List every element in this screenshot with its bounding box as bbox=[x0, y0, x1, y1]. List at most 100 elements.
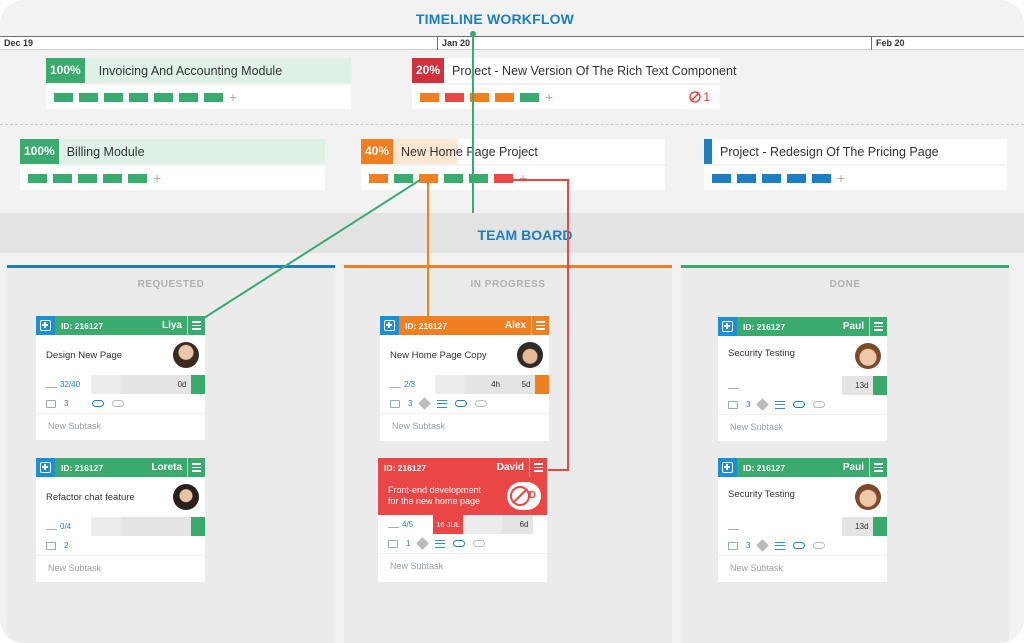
task-assignee: David bbox=[496, 462, 524, 473]
task-body[interactable]: New Home Page Copy bbox=[380, 335, 549, 375]
comment-count: 3 bbox=[64, 399, 69, 408]
meta-cell bbox=[803, 517, 843, 536]
comment-icon[interactable] bbox=[46, 541, 56, 550]
meta-cell bbox=[121, 375, 161, 394]
menu-icon[interactable] bbox=[531, 316, 549, 335]
new-subtask-link[interactable]: New Subtask bbox=[718, 555, 887, 579]
checklist-icon bbox=[46, 523, 57, 530]
tag-icon[interactable] bbox=[418, 397, 432, 410]
task-meta: 0/4 bbox=[36, 517, 206, 536]
new-subtask-link[interactable]: New Subtask bbox=[718, 414, 887, 438]
subtask-count[interactable]: 4/5 bbox=[378, 515, 433, 534]
app-frame: TIMELINE WORKFLOW Dec 19 Jan 20 Feb 20 1… bbox=[0, 0, 1024, 643]
link-icon[interactable] bbox=[793, 542, 806, 549]
link-icon[interactable] bbox=[455, 400, 468, 407]
tag-icon[interactable] bbox=[756, 539, 770, 552]
meta-cell bbox=[91, 517, 122, 536]
task-body[interactable]: Refactor chat feature bbox=[36, 477, 205, 517]
comment-icon[interactable] bbox=[388, 539, 398, 548]
add-subtask-icon[interactable] bbox=[718, 458, 737, 477]
checklist-icon bbox=[46, 381, 57, 388]
task-card[interactable]: ID: 216127 Alex New Home Page Copy 2/3 4… bbox=[380, 316, 550, 441]
checklist-icon bbox=[388, 521, 399, 528]
task-header: ID: 216127 Alex bbox=[380, 316, 549, 335]
task-meta: 13d bbox=[718, 517, 888, 536]
task-header: ID: 216127 Loreta bbox=[36, 458, 205, 477]
task-card[interactable]: ID: 216127 David Front-end development f… bbox=[378, 458, 548, 582]
task-title: Security Testing bbox=[728, 348, 795, 359]
meta-cell bbox=[803, 376, 843, 395]
task-actions: 2 bbox=[36, 536, 205, 555]
task-body[interactable]: Security Testing bbox=[718, 336, 887, 376]
task-id: ID: 216127 bbox=[61, 320, 104, 331]
attachment-icon[interactable] bbox=[473, 540, 486, 547]
new-subtask-link[interactable]: New Subtask bbox=[36, 555, 205, 579]
task-card[interactable]: ID: 216127 Paul Security Testing 13d 3 N… bbox=[718, 458, 888, 582]
time-remaining bbox=[160, 517, 191, 536]
meta-cell bbox=[91, 375, 122, 394]
status-flag bbox=[534, 375, 550, 394]
task-header: ID: 216127 Liya bbox=[36, 316, 205, 335]
tag-icon[interactable] bbox=[416, 537, 430, 550]
new-subtask-link[interactable]: New Subtask bbox=[378, 553, 547, 577]
status-flag bbox=[872, 376, 888, 395]
task-body[interactable]: Front-end development for the new home p… bbox=[378, 477, 547, 515]
time-logged: 4h bbox=[465, 375, 505, 394]
subtask-count[interactable]: 32/40 bbox=[36, 375, 91, 394]
list-icon[interactable] bbox=[775, 400, 786, 409]
task-body[interactable]: Design New Page bbox=[36, 335, 205, 375]
task-body[interactable]: Security Testing bbox=[718, 477, 887, 517]
subtask-count[interactable]: 2/3 bbox=[380, 375, 435, 394]
subtask-count[interactable] bbox=[718, 517, 773, 536]
task-header: ID: 216127 Paul bbox=[718, 317, 887, 336]
subtask-count[interactable] bbox=[718, 376, 773, 395]
add-subtask-icon[interactable] bbox=[36, 316, 55, 335]
attachment-icon[interactable] bbox=[112, 400, 125, 407]
task-actions: 1 bbox=[378, 534, 547, 553]
link-icon[interactable] bbox=[453, 540, 466, 547]
menu-icon[interactable] bbox=[869, 458, 887, 477]
menu-icon[interactable] bbox=[529, 458, 547, 477]
comment-icon[interactable] bbox=[390, 399, 400, 408]
list-icon[interactable] bbox=[435, 539, 446, 548]
task-actions: 3 bbox=[36, 394, 205, 413]
menu-icon[interactable] bbox=[869, 317, 887, 336]
attachment-icon[interactable] bbox=[813, 401, 826, 408]
comment-icon[interactable] bbox=[728, 400, 738, 409]
new-subtask-link[interactable]: New Subtask bbox=[36, 413, 205, 437]
time-remaining: 13d bbox=[842, 517, 873, 536]
link-icon[interactable] bbox=[92, 400, 105, 407]
task-id: ID: 216127 bbox=[61, 462, 104, 473]
list-icon[interactable] bbox=[775, 541, 786, 550]
task-id: ID: 216127 bbox=[405, 320, 448, 331]
tag-icon[interactable] bbox=[756, 398, 770, 411]
menu-icon[interactable] bbox=[187, 316, 205, 335]
list-icon[interactable] bbox=[437, 399, 448, 408]
connector-dot bbox=[470, 31, 476, 37]
task-id: ID: 216127 bbox=[384, 462, 427, 473]
task-card[interactable]: ID: 216127 Loreta Refactor chat feature … bbox=[36, 458, 206, 582]
task-id: ID: 216127 bbox=[743, 321, 786, 332]
attachment-icon[interactable] bbox=[813, 542, 826, 549]
avatar bbox=[855, 484, 881, 510]
menu-icon[interactable] bbox=[187, 458, 205, 477]
task-assignee: Paul bbox=[842, 321, 864, 332]
avatar bbox=[173, 342, 199, 368]
add-subtask-icon[interactable] bbox=[380, 316, 399, 335]
comment-count: 3 bbox=[746, 400, 751, 409]
comment-icon[interactable] bbox=[728, 541, 738, 550]
task-title: Security Testing bbox=[728, 489, 795, 500]
avatar bbox=[173, 484, 199, 510]
add-subtask-icon[interactable] bbox=[718, 317, 737, 336]
attachment-icon[interactable] bbox=[475, 400, 488, 407]
link-icon[interactable] bbox=[793, 401, 806, 408]
checklist-icon bbox=[390, 381, 401, 388]
new-subtask-link[interactable]: New Subtask bbox=[380, 413, 549, 437]
blocker-initial: D bbox=[528, 490, 536, 501]
comment-icon[interactable] bbox=[46, 399, 56, 408]
task-card[interactable]: ID: 216127 Liya Design New Page 32/40 0d… bbox=[36, 316, 206, 440]
blocker-badge[interactable]: D bbox=[507, 482, 541, 510]
add-subtask-icon[interactable] bbox=[36, 458, 55, 477]
subtask-count[interactable]: 0/4 bbox=[36, 517, 91, 536]
task-card[interactable]: ID: 216127 Paul Security Testing 13d 3 N… bbox=[718, 317, 888, 441]
